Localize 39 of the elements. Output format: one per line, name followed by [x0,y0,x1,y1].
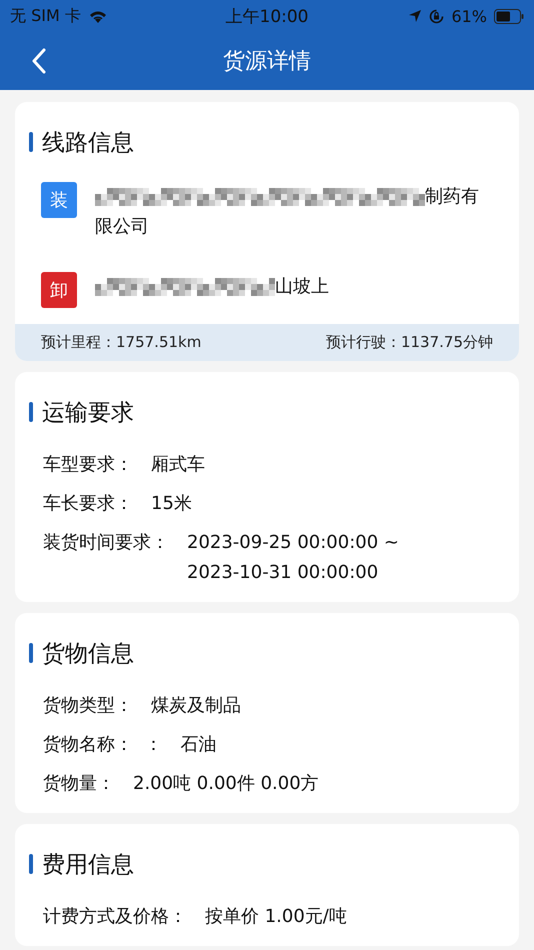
title-accent-bar [29,643,33,663]
battery-percent-text: 61% [451,6,487,26]
field-value: 厢式车 [151,453,205,477]
field-label: 装货时间要求： [43,531,169,555]
field-value: 按单价 1.00元/吨 [205,905,347,929]
page-title: 货源详情 [223,48,311,76]
stop-badge: 装 [41,182,77,218]
field-label: 货物类型： [43,694,133,718]
section-title: 费用信息 [42,850,134,880]
field-value: 石油 [180,733,216,757]
title-accent-bar [29,854,33,874]
field-value: 15米 [151,492,192,516]
field-label: 货物量： [43,772,115,796]
stop-badge: 卸 [41,272,77,308]
wifi-icon [88,8,108,24]
distance-text: 预计里程：1757.51km [41,333,202,352]
field-label: 货物名称： ： [43,733,162,757]
field-value: 2023-10-31 00:00:00 [187,561,380,585]
field-label: 车长要求： [43,492,133,516]
carrier-text: 无 SIM 卡 [10,6,81,26]
section-title: 线路信息 [42,128,134,158]
field-value: 煤炭及制品 [151,694,241,718]
clock-text: 上午10:00 [226,6,308,28]
location-arrow-icon [408,9,422,23]
section-title: 货物信息 [42,640,134,668]
battery-icon [494,8,524,24]
address-text: 制药有 [425,185,479,209]
address-text: 限公司 [95,215,149,239]
field-value: 2.00吨 0.00件 0.00方 [133,772,319,796]
field-label: 计费方式及价格： [43,905,187,929]
back-icon[interactable] [32,48,46,74]
section-title: 运输要求 [42,398,134,428]
title-accent-bar [29,132,33,152]
field-value: 2023-09-25 00:00:00 ~ [187,531,399,555]
title-accent-bar [29,402,33,422]
field-label: 车型要求： [43,453,133,477]
duration-text: 预计行驶：1137.75分钟 [326,333,493,352]
rotation-lock-icon [429,8,444,24]
address-text: 山坡上 [275,275,329,299]
